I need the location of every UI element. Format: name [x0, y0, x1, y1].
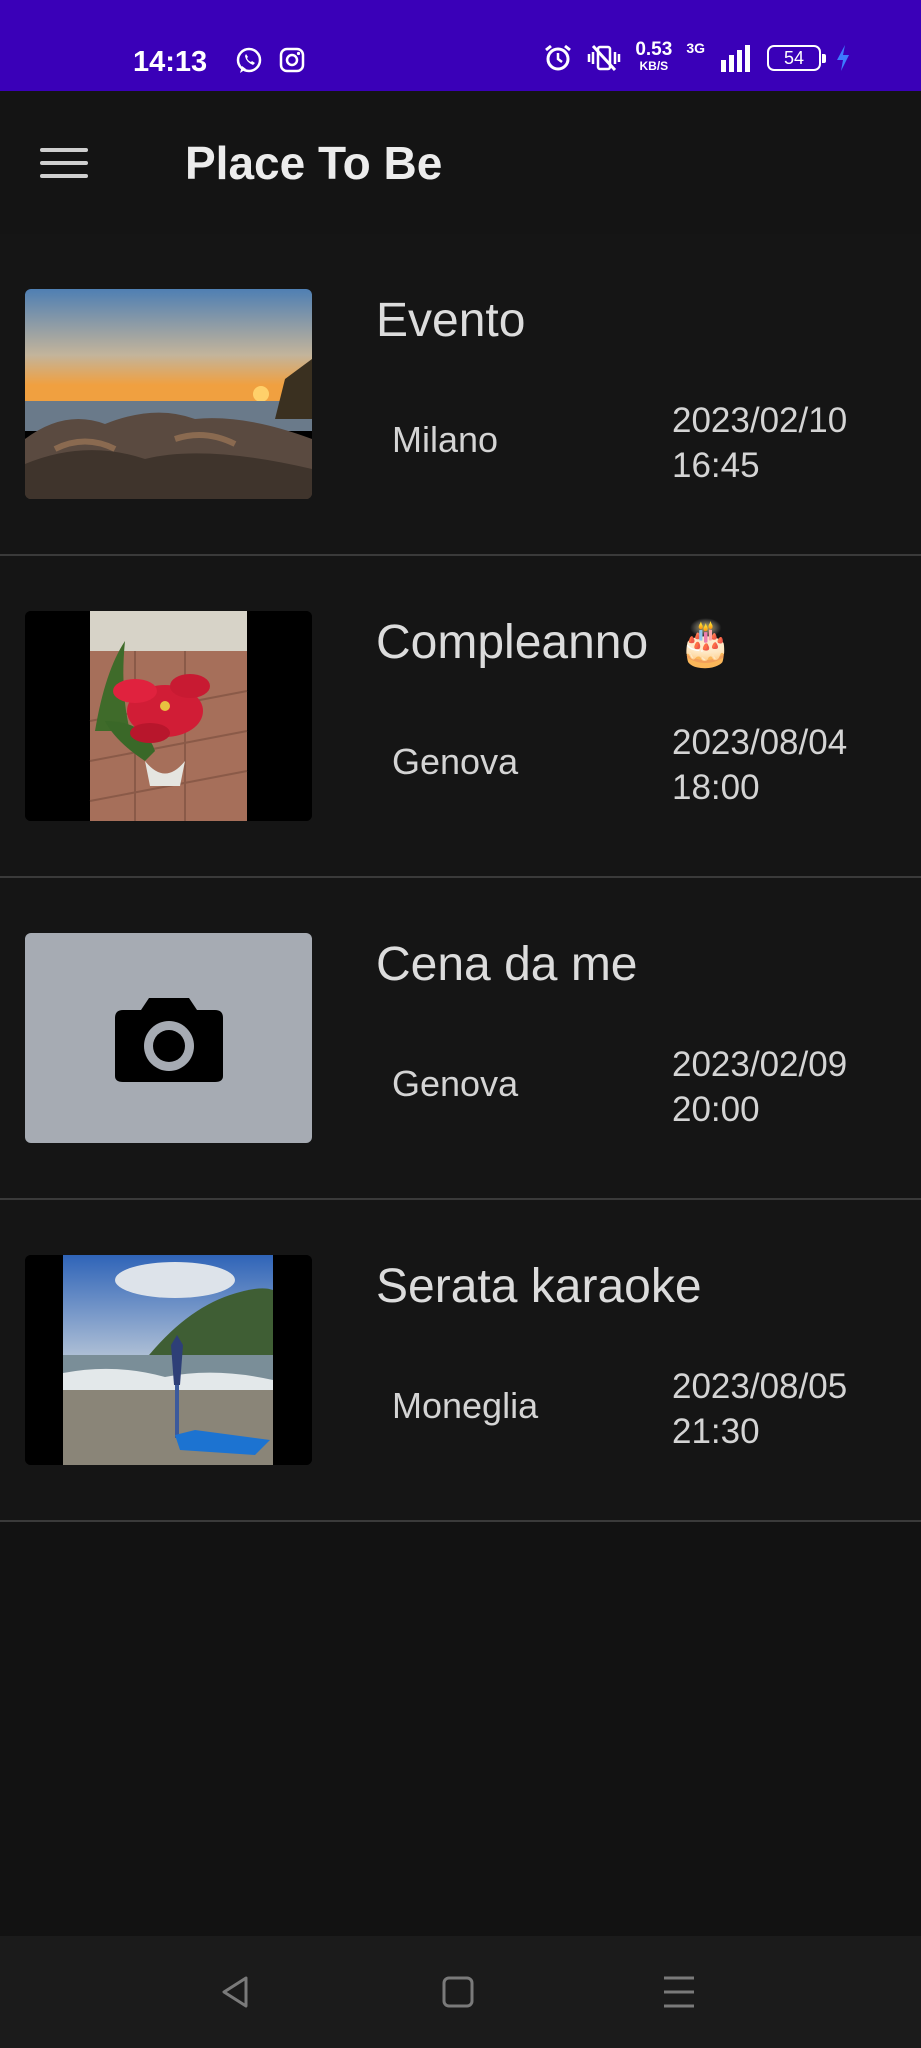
net-speed-unit: KB/S [639, 59, 669, 73]
event-list: Evento Milano 2023/02/10 16:45 Compleann… [0, 234, 921, 1522]
poinsettia-photo [25, 611, 312, 821]
sunset-rocks-photo [25, 289, 312, 499]
event-date: 2023/02/10 [672, 401, 848, 440]
event-time: 18:00 [672, 768, 760, 807]
event-datetime: 2023/02/09 20:00 [672, 1042, 847, 1132]
event-date: 2023/02/09 [672, 1045, 848, 1084]
event-time: 21:30 [672, 1412, 760, 1451]
event-item[interactable]: Serata karaoke Moneglia 2023/08/05 21:30 [0, 1200, 921, 1522]
notification-icons [234, 46, 306, 76]
home-icon[interactable] [438, 1972, 478, 2012]
event-title-text: Compleanno [376, 616, 649, 669]
event-title: Compleanno 🎂 [376, 614, 733, 673]
network-type: 3G [686, 40, 705, 56]
event-city: Genova [392, 741, 519, 782]
menu-icon[interactable] [40, 135, 100, 191]
cake-icon: 🎂 [678, 619, 733, 668]
event-datetime: 2023/08/05 21:30 [672, 1364, 847, 1454]
event-time: 16:45 [672, 446, 760, 485]
alarm-icon [545, 44, 572, 71]
event-title: Serata karaoke [376, 1258, 702, 1316]
event-datetime: 2023/02/10 16:45 [672, 398, 847, 488]
net-speed-indicator: 0.53 KB/S [635, 39, 673, 74]
event-title-text: Serata karaoke [376, 1260, 702, 1313]
charging-icon [837, 45, 849, 71]
system-nav-bar [0, 1936, 921, 2048]
image-placeholder [25, 933, 312, 1143]
back-icon[interactable] [216, 1972, 256, 2012]
system-indicators: 0.53 KB/S 3G 54 [543, 39, 851, 74]
battery-level: 54 [783, 47, 805, 68]
event-item[interactable]: Compleanno 🎂 Genova 2023/08/04 18:00 [0, 556, 921, 878]
event-item[interactable]: Cena da me Genova 2023/02/09 20:00 [0, 878, 921, 1200]
event-item[interactable]: Evento Milano 2023/02/10 16:45 [0, 234, 921, 556]
camera-icon [114, 998, 223, 1082]
whatsapp-icon [236, 47, 262, 73]
beach-photo [25, 1255, 312, 1465]
vibrate-icon [588, 44, 621, 72]
signal-icon [721, 45, 750, 72]
net-speed-value: 0.53 [635, 39, 673, 60]
event-city: Genova [392, 1063, 519, 1104]
event-datetime: 2023/08/04 18:00 [672, 720, 847, 810]
event-time: 20:00 [672, 1090, 760, 1129]
battery-indicator: 54 [767, 45, 826, 71]
app-bar: Place To Be [0, 91, 921, 234]
event-date: 2023/08/05 [672, 1367, 848, 1406]
status-time: 14:13 [133, 46, 208, 78]
event-title-text: Cena da me [376, 938, 638, 991]
event-title-text: Evento [376, 294, 526, 347]
app-title: Place To Be [185, 137, 443, 189]
event-title: Evento [376, 292, 525, 350]
event-city: Moneglia [392, 1385, 539, 1426]
event-title: Cena da me [376, 936, 638, 994]
instagram-icon [279, 47, 305, 73]
event-date: 2023/08/04 [672, 723, 848, 762]
status-bar: 14:13 0.53 KB/S 3G 54 [0, 0, 921, 91]
event-city: Milano [392, 419, 499, 460]
recents-icon[interactable] [659, 1972, 699, 2012]
